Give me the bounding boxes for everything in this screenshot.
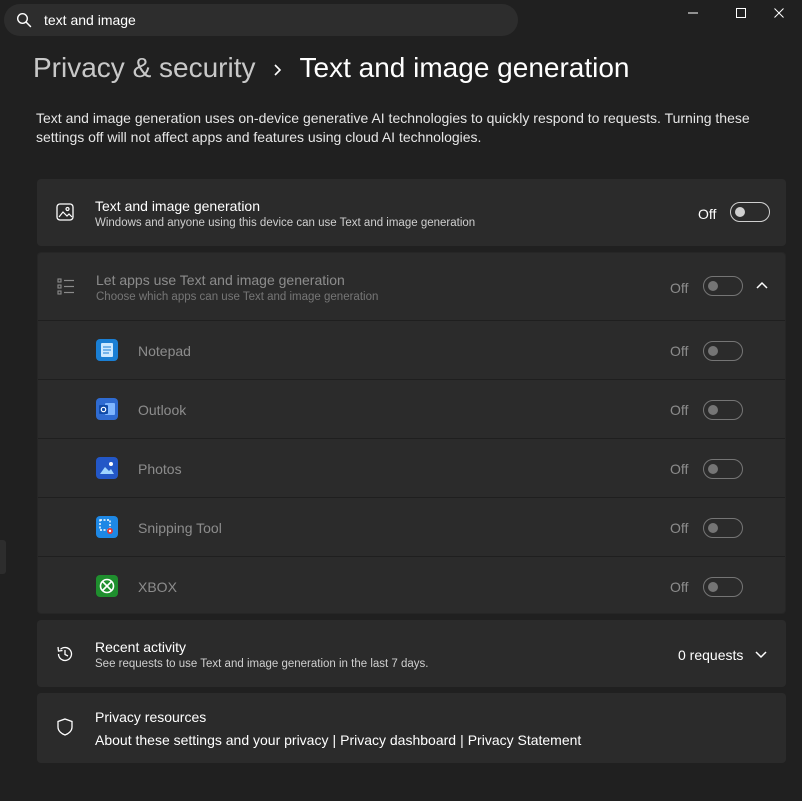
about-privacy-link[interactable]: About these settings and your privacy [95, 732, 328, 748]
toggle-state-label: Off [670, 402, 689, 418]
link-separator: | [332, 732, 337, 748]
app-row-snipping-tool: Snipping Tool Off [38, 497, 785, 556]
minimize-icon [688, 12, 698, 14]
settings-window: Privacy & security Text and image genera… [0, 0, 802, 801]
close-icon [774, 8, 784, 18]
xbox-toggle[interactable] [703, 577, 743, 597]
recent-activity-card[interactable]: Recent activity See requests to use Text… [37, 620, 786, 687]
setting-title: Text and image generation [95, 198, 260, 214]
app-name: Notepad [138, 343, 191, 359]
minimize-button[interactable] [670, 0, 716, 26]
apps-access-toggle[interactable] [703, 276, 743, 296]
breadcrumb-parent[interactable]: Privacy & security [33, 52, 256, 84]
list-icon [57, 278, 74, 295]
apps-access-card: Let apps use Text and image generation C… [37, 252, 786, 614]
app-name: Photos [138, 461, 182, 477]
shield-icon [57, 718, 73, 736]
app-row-xbox: XBOX Off [38, 556, 785, 615]
app-name: Snipping Tool [138, 520, 222, 536]
app-row-outlook: Outlook Off [38, 379, 785, 438]
notepad-toggle[interactable] [703, 341, 743, 361]
chevron-up-icon[interactable] [756, 281, 768, 289]
app-name: Outlook [138, 402, 187, 418]
setting-subtitle: Choose which apps can use Text and image… [96, 291, 379, 303]
app-row-photos: Photos Off [38, 438, 785, 497]
photos-icon [96, 457, 118, 479]
setting-subtitle: Windows and anyone using this device can… [95, 217, 476, 229]
notepad-icon [96, 339, 118, 361]
outlook-toggle[interactable] [703, 400, 743, 420]
snipping-tool-icon [96, 516, 118, 538]
search-box[interactable] [4, 4, 518, 36]
setting-title: Let apps use Text and image generation [96, 272, 345, 288]
toggle-state-label: Off [698, 206, 717, 222]
privacy-links: About these settings and your privacy | Pr… [95, 732, 581, 748]
breadcrumb: Privacy & security Text and image genera… [33, 52, 630, 84]
close-button[interactable] [756, 0, 802, 26]
chevron-right-icon [256, 63, 300, 82]
chevron-down-icon[interactable] [755, 651, 767, 659]
privacy-resources-card: Privacy resources About these settings a… [37, 693, 786, 763]
privacy-resources-title: Privacy resources [95, 709, 207, 725]
page-title: Text and image generation [299, 52, 630, 83]
recent-activity-subtitle: See requests to use Text and image gener… [95, 658, 429, 670]
toggle-state-label: Off [670, 579, 689, 595]
toggle-state-label: Off [670, 520, 689, 536]
app-row-notepad: Notepad Off [38, 320, 785, 379]
text-image-generation-toggle[interactable] [730, 202, 770, 222]
maximize-icon [736, 8, 746, 18]
privacy-dashboard-link[interactable]: Privacy dashboard [340, 732, 456, 748]
link-separator: | [460, 732, 464, 748]
privacy-statement-link[interactable]: Privacy Statement [468, 732, 582, 748]
outlook-icon [96, 398, 118, 420]
search-icon [16, 12, 32, 28]
toggle-state-label: Off [670, 461, 689, 477]
recent-activity-title: Recent activity [95, 639, 187, 655]
xbox-icon [96, 575, 118, 597]
text-image-generation-card: Text and image generation Windows and an… [37, 179, 786, 246]
snipping-tool-toggle[interactable] [703, 518, 743, 538]
image-icon [56, 203, 74, 221]
search-input[interactable] [44, 10, 504, 30]
photos-toggle[interactable] [703, 459, 743, 479]
history-icon [57, 646, 73, 662]
nav-pane-handle[interactable] [0, 540, 6, 574]
apps-access-header[interactable]: Let apps use Text and image generation C… [38, 253, 785, 320]
request-count: 0 requests [678, 647, 744, 663]
toggle-state-label: Off [670, 343, 689, 359]
page-description: Text and image generation uses on-device… [36, 110, 750, 145]
app-name: XBOX [138, 579, 177, 595]
toggle-state-label: Off [670, 280, 689, 296]
